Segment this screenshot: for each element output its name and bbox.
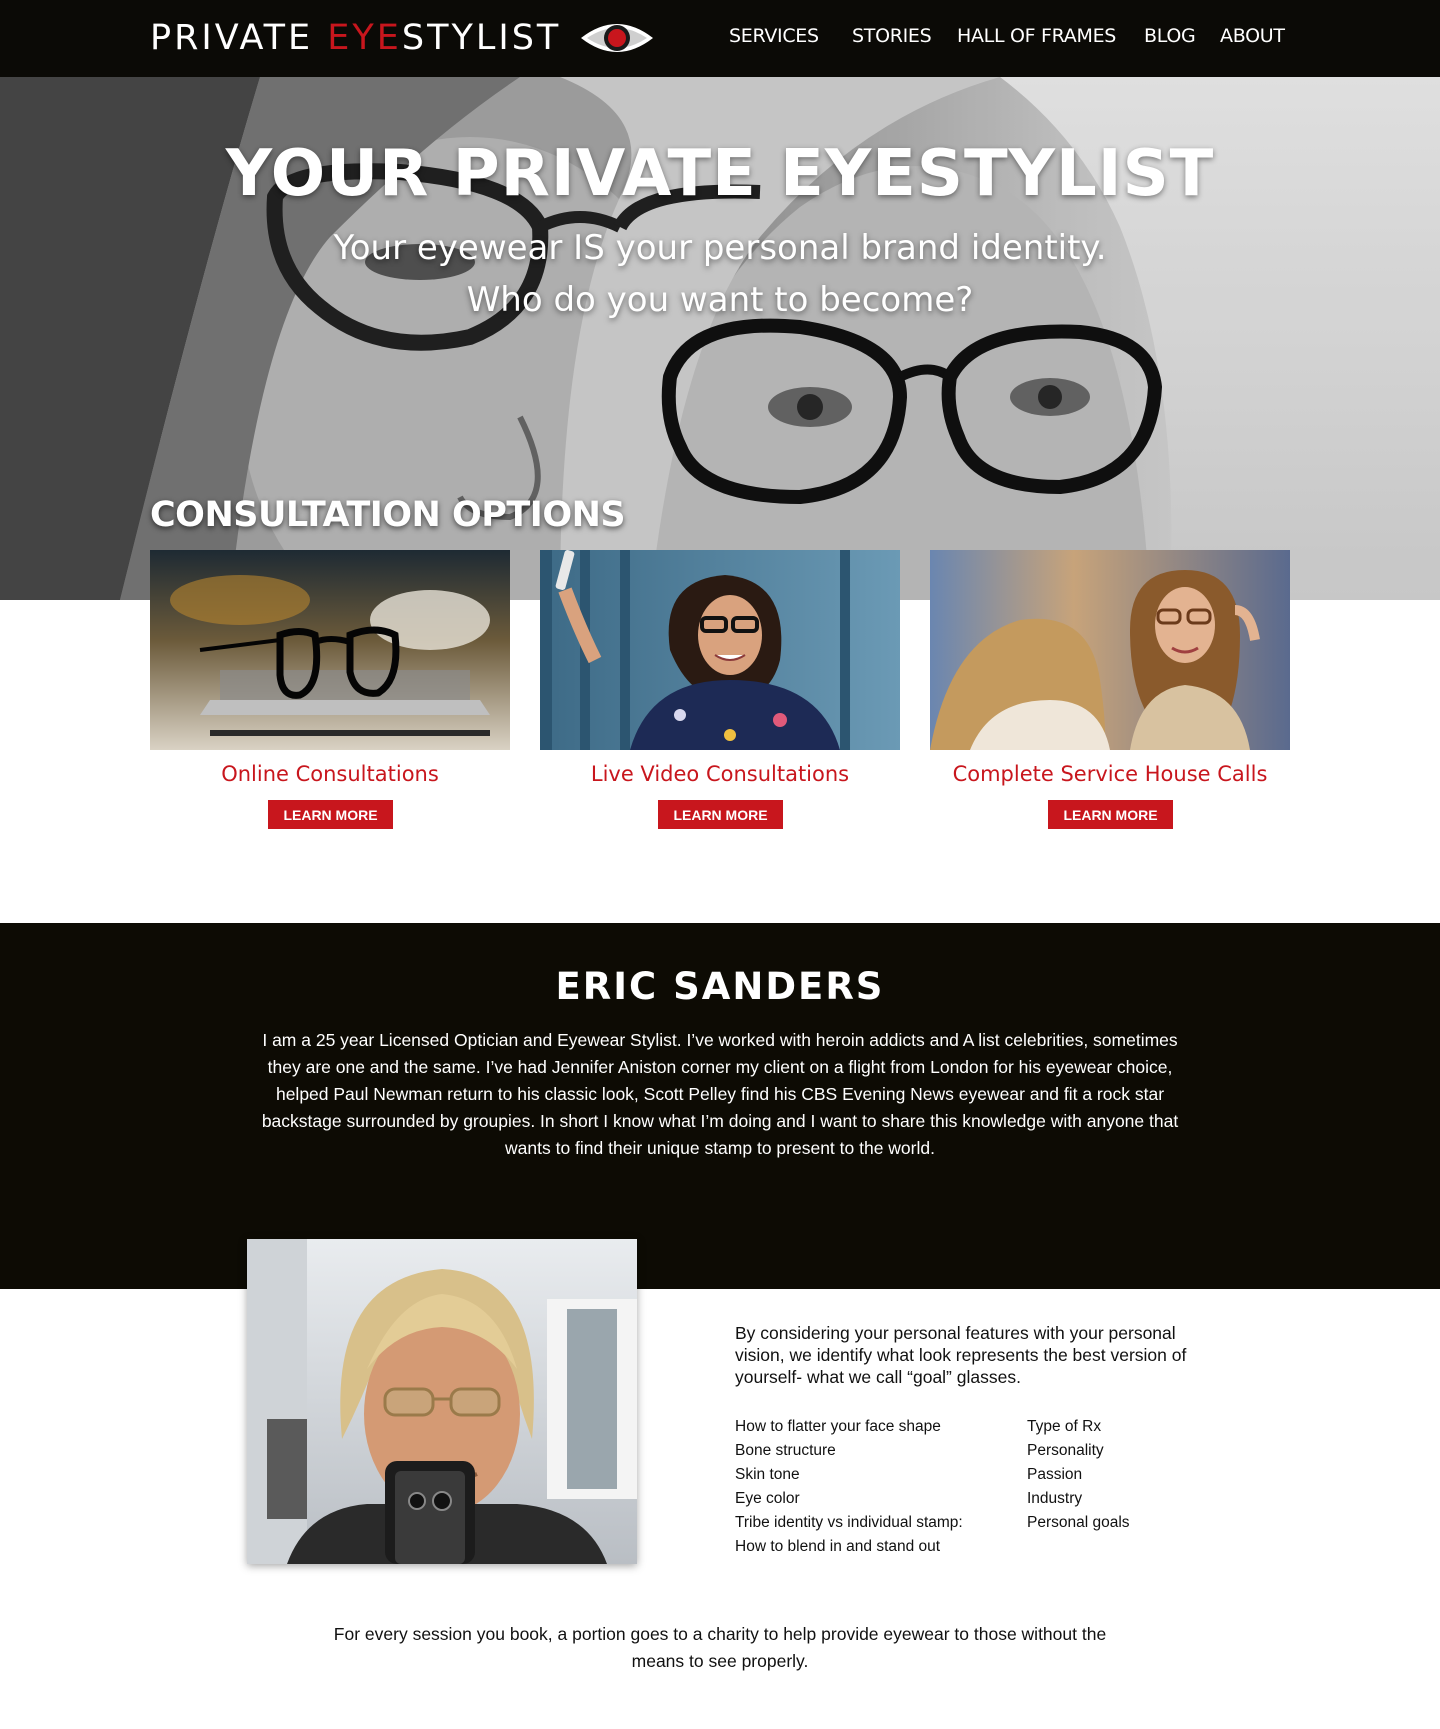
consultation-card-video: Live Video Consultations LEARN MORE — [540, 550, 900, 829]
list-item: Type of Rx — [1027, 1418, 1102, 1435]
learn-more-button-house-calls[interactable]: LEARN MORE — [1048, 800, 1173, 829]
list-item: Eye color — [735, 1490, 800, 1507]
list-item: Bone structure — [735, 1442, 836, 1459]
woman-selfie-image[interactable] — [540, 550, 900, 750]
online-consultations-title[interactable]: Online Consultations — [120, 762, 540, 786]
nav-blog[interactable]: BLOG — [1144, 25, 1196, 47]
bio-name-heading: ERIC SANDERS — [555, 965, 885, 1008]
glasses-on-laptop-image[interactable] — [150, 550, 510, 750]
hero-title: YOUR PRIVATE EYESTYLIST — [225, 137, 1215, 211]
charity-statement: For every session you book, a portion go… — [333, 1624, 1107, 1671]
list-item: Passion — [1027, 1466, 1083, 1483]
list-item: Skin tone — [735, 1466, 800, 1483]
nav-about[interactable]: ABOUT — [1220, 25, 1285, 47]
list-item: Personal goals — [1027, 1514, 1130, 1531]
complete-service-house-calls-title[interactable]: Complete Service House Calls — [900, 762, 1320, 786]
eric-sanders-portrait — [247, 1239, 637, 1564]
about-eric-section: ERIC SANDERS I am a 25 year Licensed Opt… — [0, 923, 1440, 1289]
list-item: Industry — [1027, 1490, 1083, 1507]
features-list-left: How to flatter your face shape Bone stru… — [735, 1415, 963, 1559]
consultation-options-heading: CONSULTATION OPTIONS — [150, 495, 626, 535]
hero-subtitle-line-1: Your eyewear IS your personal brand iden… — [333, 228, 1107, 268]
nav-services[interactable]: SERVICES — [729, 25, 819, 47]
main-nav: SERVICES STORIES HALL OF FRAMES BLOG ABO… — [0, 25, 1440, 55]
features-list-right: Type of Rx Personality Passion Industry … — [1027, 1415, 1130, 1535]
nav-stories[interactable]: STORIES — [852, 25, 932, 47]
hero-section: YOUR PRIVATE EYESTYLIST Your eyewear IS … — [0, 77, 1440, 600]
learn-more-button-video[interactable]: LEARN MORE — [658, 800, 783, 829]
portrait-image — [247, 1239, 637, 1564]
consultation-card-house-calls: Complete Service House Calls LEARN MORE — [930, 550, 1290, 829]
list-item: How to blend in and stand out — [735, 1538, 941, 1555]
consultation-card-online: Online Consultations LEARN MORE — [150, 550, 510, 829]
top-navigation-bar: PRIVATE EYESTYLIST SERVICES STORIES HALL… — [0, 0, 1440, 77]
nav-hall-of-frames[interactable]: HALL OF FRAMES — [957, 25, 1116, 47]
eyewear-fitting-image[interactable] — [930, 550, 1290, 750]
list-item: Personality — [1027, 1442, 1104, 1459]
list-item: How to flatter your face shape — [735, 1418, 941, 1435]
hero-subtitle-line-2: Who do you want to become? — [466, 280, 974, 320]
learn-more-button-online[interactable]: LEARN MORE — [268, 800, 393, 829]
hero-subtitle: Your eyewear IS your personal brand iden… — [0, 222, 1440, 326]
live-video-consultations-title[interactable]: Live Video Consultations — [510, 762, 930, 786]
list-item: Tribe identity vs individual stamp: — [735, 1514, 963, 1531]
goal-glasses-intro: By considering your personal features wi… — [735, 1323, 1187, 1387]
bio-paragraph: I am a 25 year Licensed Optician and Eye… — [261, 1030, 1179, 1158]
